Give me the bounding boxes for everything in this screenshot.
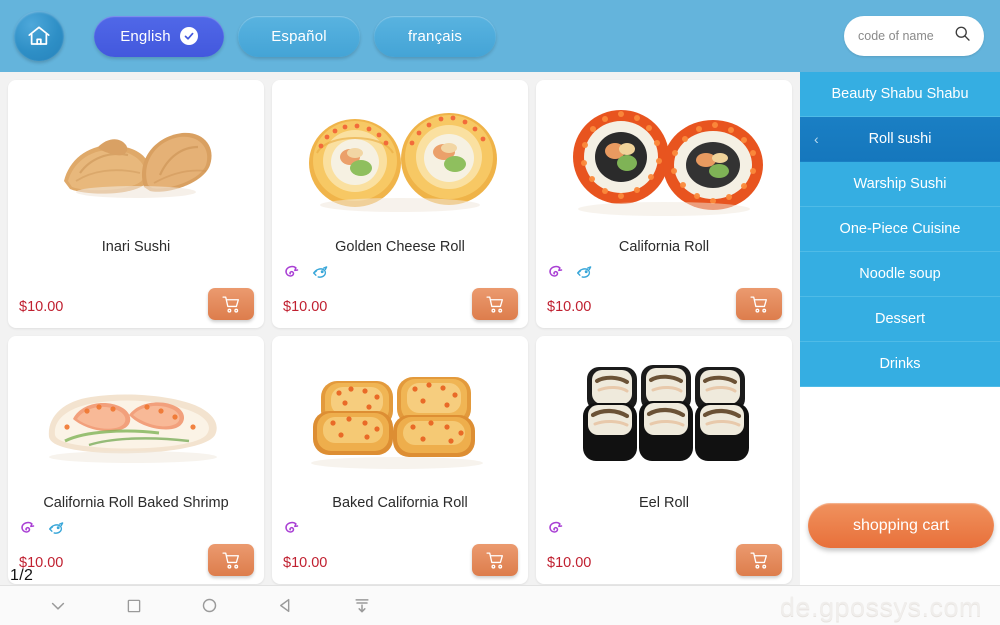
product-price: $10.00 (547, 299, 592, 315)
eel-roll-photo (546, 342, 782, 487)
product-card[interactable]: Baked California Roll $10.00 (272, 336, 528, 584)
search-box[interactable] (844, 16, 984, 56)
spicy-swirl-icon (282, 519, 301, 538)
add-to-cart-button[interactable] (208, 544, 254, 576)
add-to-cart-button[interactable] (472, 288, 518, 320)
pos-app-screen: English Español français code of name In… (0, 0, 1000, 625)
product-grid-area: Inari Sushi $10.00 Golden Cheese Roll $1… (0, 72, 800, 585)
sidebar-item-warship-sushi[interactable]: Warship Sushi (800, 162, 1000, 207)
product-price: $10.00 (19, 299, 64, 315)
spicy-swirl-icon (282, 263, 301, 282)
product-card[interactable]: Inari Sushi $10.00 (8, 80, 264, 328)
sidebar-item-one-piece-cuisine[interactable]: One-Piece Cuisine (800, 207, 1000, 252)
add-to-cart-button[interactable] (736, 544, 782, 576)
top-header-bar: English Español français (0, 0, 1000, 72)
california-roll-photo (546, 86, 782, 231)
add-to-cart-button[interactable] (736, 288, 782, 320)
language-label: English (120, 27, 171, 45)
fish-icon (574, 263, 593, 282)
sidebar-item-beauty-shabu-shabu[interactable]: Beauty Shabu Shabu (800, 72, 1000, 117)
check-circle-icon (179, 27, 198, 45)
product-grid: Inari Sushi $10.00 Golden Cheese Roll $1… (8, 80, 792, 584)
category-label: Warship Sushi (853, 176, 947, 192)
spicy-swirl-icon (546, 519, 565, 538)
square-icon[interactable] (115, 593, 153, 619)
category-label: Noodle soup (859, 266, 941, 282)
spicy-swirl-icon (546, 263, 565, 282)
product-name: California Roll Baked Shrimp (43, 495, 229, 511)
shopping-cart-icon (221, 550, 242, 571)
golden-cheese-roll-photo (282, 86, 518, 231)
collapse-down-icon[interactable] (342, 592, 382, 620)
circle-icon[interactable] (190, 592, 229, 619)
language-button-francais[interactable]: français (374, 15, 496, 57)
shopping-cart-button[interactable]: shopping cart (808, 503, 994, 548)
baked-california-roll-photo (282, 342, 518, 487)
product-price: $10.00 (283, 555, 328, 571)
spicy-swirl-icon (18, 519, 37, 538)
product-card[interactable]: Golden Cheese Roll $10.00 (272, 80, 528, 328)
product-card[interactable]: Eel Roll $10.00 (536, 336, 792, 584)
sidebar-item-noodle-soup[interactable]: Noodle soup (800, 252, 1000, 297)
chevron-down-icon[interactable] (38, 592, 78, 620)
language-label: Español (271, 27, 327, 45)
category-label: Beauty Shabu Shabu (831, 86, 969, 102)
product-price: $10.00 (547, 555, 592, 571)
product-badges (18, 518, 65, 538)
category-label: Dessert (875, 311, 925, 327)
sidebar-item-dessert[interactable]: Dessert (800, 297, 1000, 342)
product-badges (282, 518, 301, 538)
sidebar-item-drinks[interactable]: Drinks (800, 342, 1000, 387)
language-label: français (407, 27, 463, 45)
language-selector: English Español français (94, 15, 496, 57)
category-label: Roll sushi (868, 131, 932, 147)
california-roll-baked-shrimp-photo (18, 342, 254, 487)
shopping-cart-icon (749, 550, 770, 571)
chevron-left-icon: ‹ (814, 131, 819, 147)
product-name: Eel Roll (639, 495, 689, 511)
language-button-english[interactable]: English (94, 15, 224, 57)
product-price: $10.00 (283, 299, 328, 315)
shopping-cart-icon (221, 294, 242, 315)
watermark: de.gpossys.com (779, 592, 982, 622)
product-name: Golden Cheese Roll (335, 239, 465, 255)
product-name: California Roll (618, 239, 710, 255)
add-to-cart-button[interactable] (472, 544, 518, 576)
shopping-cart-icon (485, 550, 506, 571)
category-label: Drinks (879, 356, 921, 372)
back-triangle-icon[interactable] (266, 592, 305, 619)
sidebar-item-roll-sushi[interactable]: ‹ Roll sushi (800, 117, 1000, 162)
product-name: Baked California Roll (332, 495, 468, 511)
fish-icon (310, 263, 329, 282)
product-card[interactable]: California Roll $10.00 (536, 80, 792, 328)
product-badges (282, 262, 329, 282)
fish-icon (46, 519, 65, 538)
category-label: One-Piece Cuisine (839, 221, 961, 237)
category-sidebar: Beauty Shabu Shabu ‹ Roll sushi Warship … (800, 72, 1000, 585)
shopping-cart-icon (485, 294, 506, 315)
nav-icon-group (0, 592, 400, 620)
page-indicator: 1/2 (10, 567, 34, 584)
home-icon (26, 23, 52, 49)
product-badges (546, 262, 593, 282)
shopping-cart-icon (749, 294, 770, 315)
search-input[interactable] (858, 29, 953, 43)
search-icon[interactable] (953, 24, 972, 48)
add-to-cart-button[interactable] (208, 288, 254, 320)
product-badges (546, 518, 565, 538)
shopping-cart-label: shopping cart (852, 516, 950, 534)
inari-sushi-photo (18, 86, 254, 231)
android-navigation-bar: de.gpossys.com (0, 585, 1000, 625)
language-button-espanol[interactable]: Español (238, 15, 360, 57)
home-button[interactable] (14, 11, 64, 61)
product-name: Inari Sushi (101, 239, 171, 255)
product-card[interactable]: California Roll Baked Shrimp $10.00 (8, 336, 264, 584)
